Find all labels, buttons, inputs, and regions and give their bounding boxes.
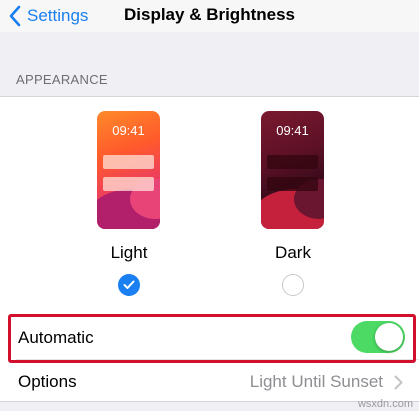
dark-mode-preview[interactable]: 09:41 <box>261 111 324 229</box>
light-mode-preview[interactable]: 09:41 <box>97 111 160 229</box>
options-value: Light Until Sunset <box>249 372 383 391</box>
preview-notification-bar <box>103 177 154 191</box>
watermark: wsxdn.com <box>357 398 413 410</box>
toggle-knob <box>375 323 403 351</box>
automatic-toggle[interactable] <box>351 321 405 353</box>
options-label: Options <box>18 372 77 391</box>
preview-notification-bar <box>103 155 154 169</box>
dark-label: Dark <box>275 243 311 262</box>
preview-notification-bar <box>267 177 318 191</box>
preview-time: 09:41 <box>276 123 309 138</box>
chevron-right-icon <box>394 375 403 390</box>
section-header-appearance: APPEARANCE <box>16 72 108 87</box>
light-radio-selected[interactable] <box>118 274 140 296</box>
preview-time: 09:41 <box>112 123 145 138</box>
light-label: Light <box>110 243 148 262</box>
preview-notification-bar <box>267 155 318 169</box>
navigation-bar: Settings Display & Brightness <box>0 0 419 32</box>
page-title: Display & Brightness <box>124 5 295 24</box>
checkmark-icon <box>123 280 135 289</box>
dark-radio[interactable] <box>282 274 304 296</box>
